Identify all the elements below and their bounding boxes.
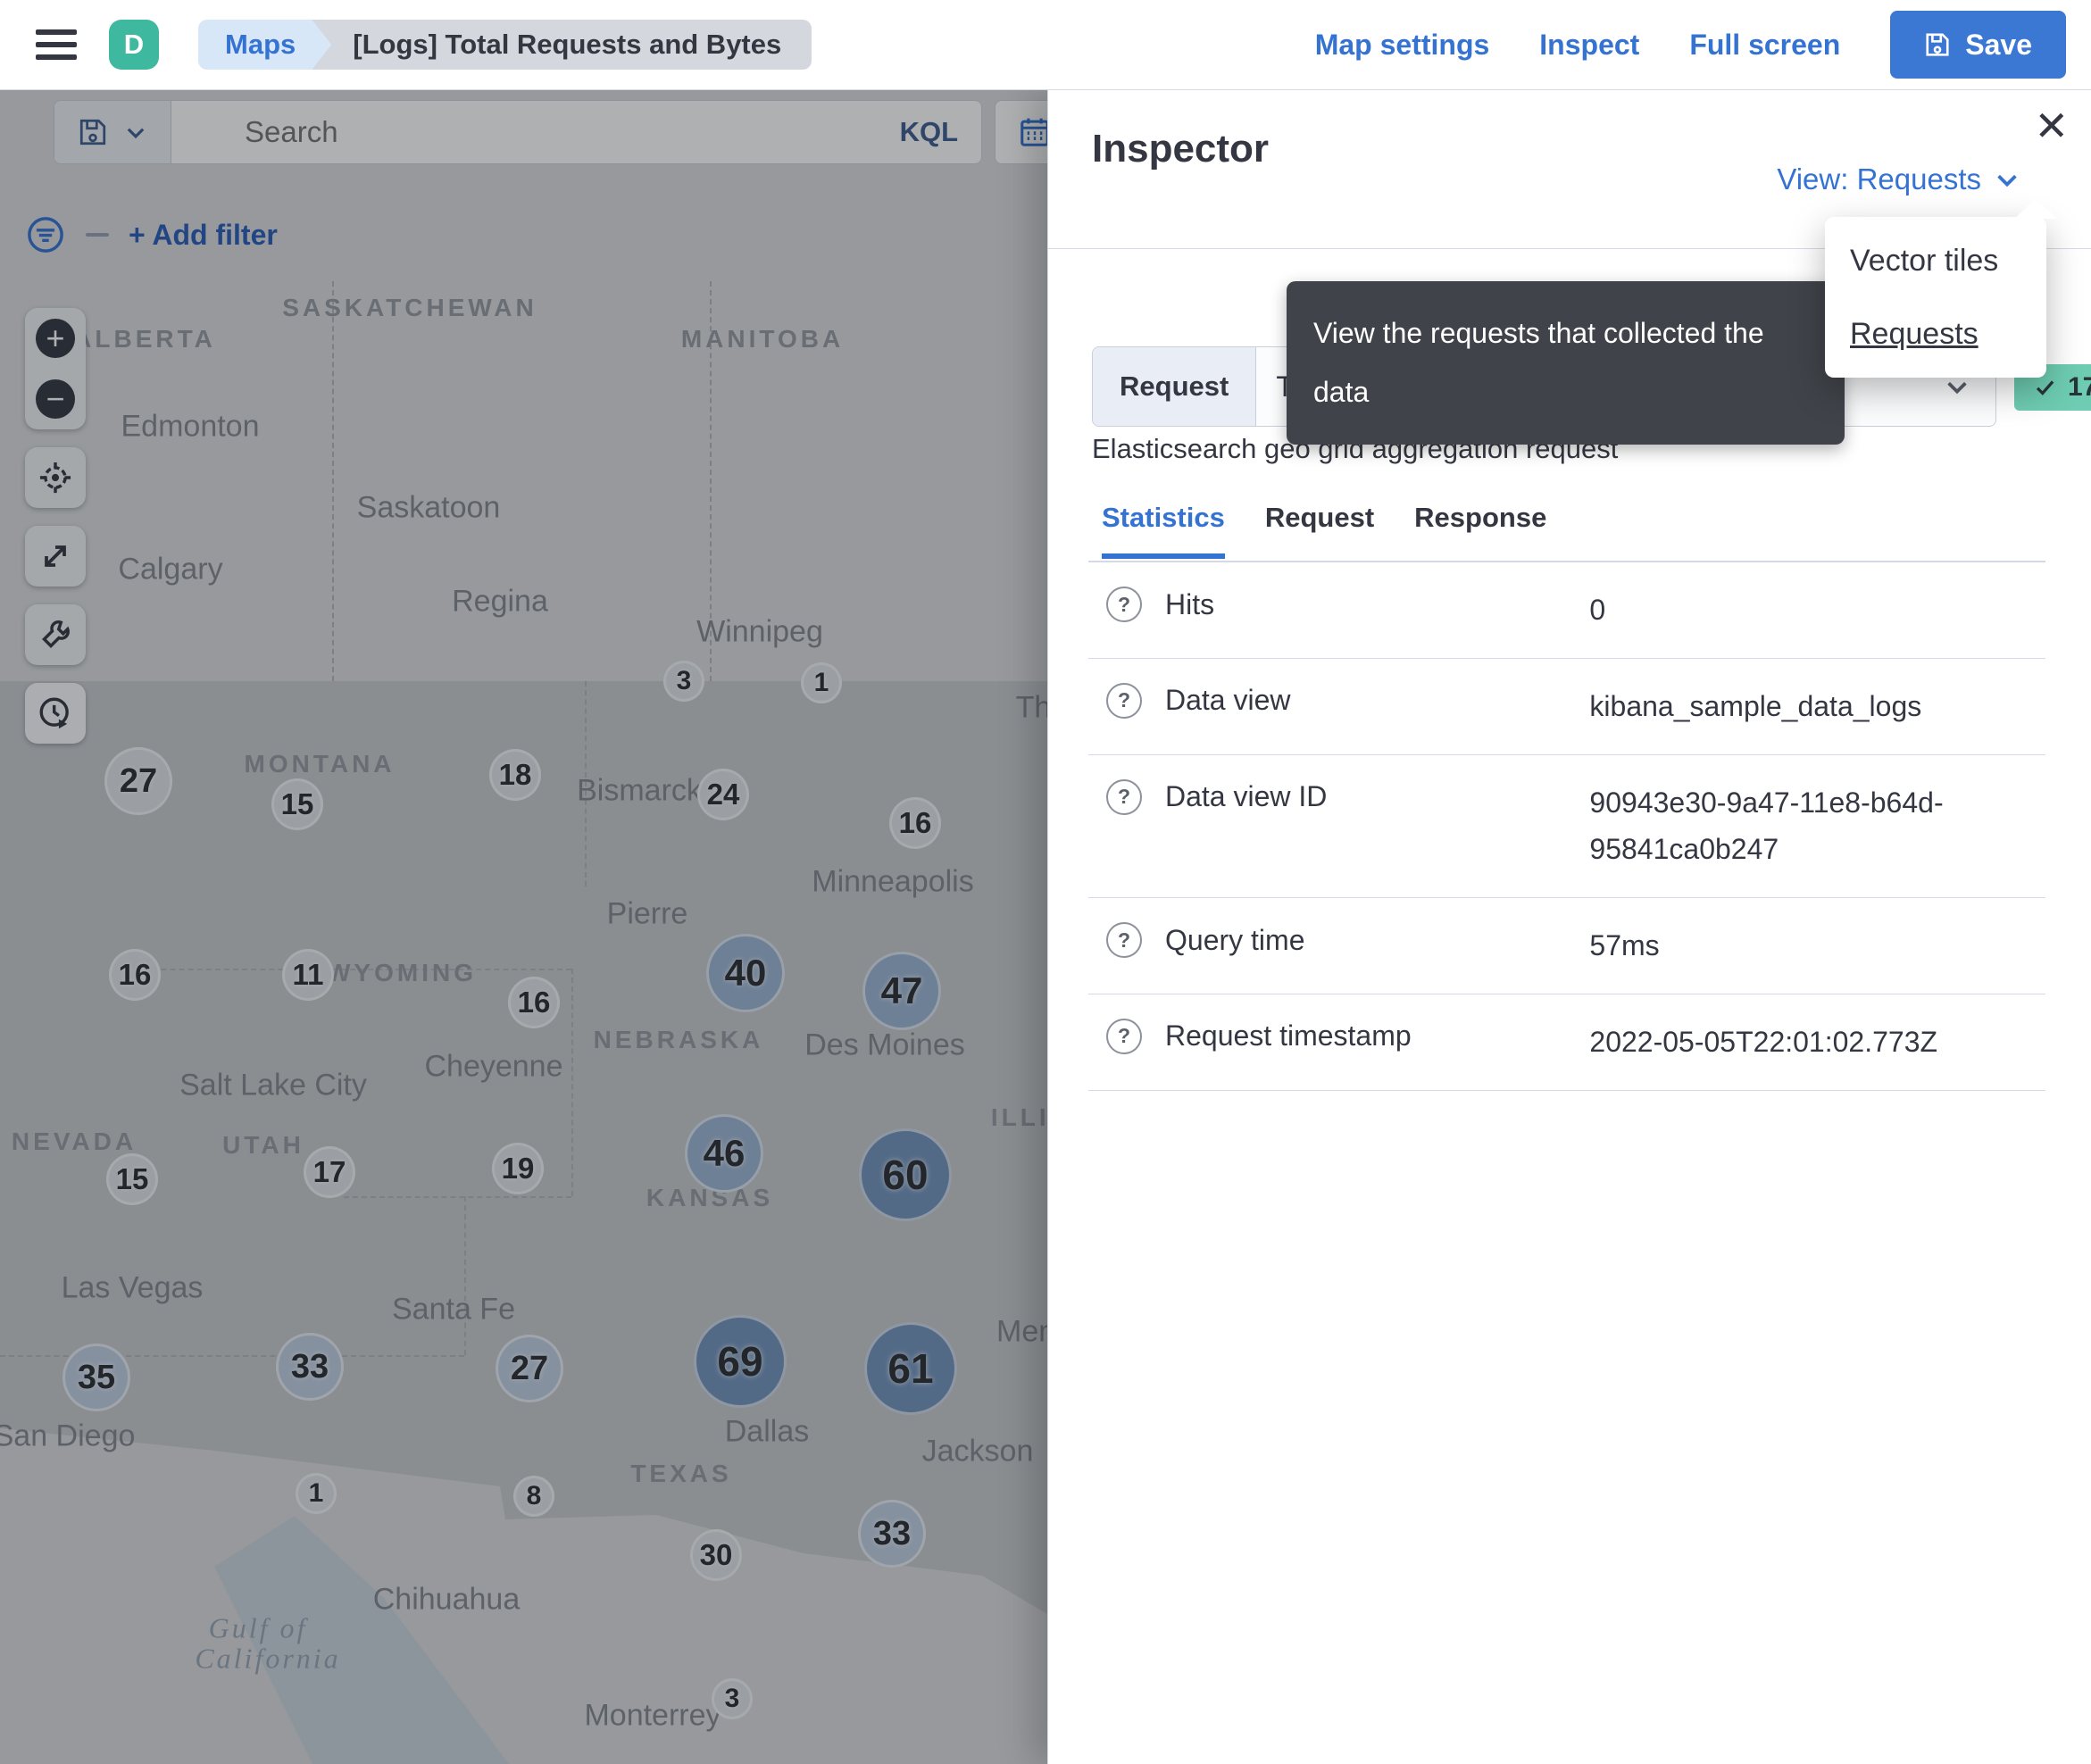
check-icon [2034,376,2057,399]
menu-hamburger-icon[interactable] [36,29,77,60]
stat-label: Data view ID [1165,780,1328,813]
inspector-tabs: Statistics Request Response [1102,502,1546,559]
view-selector[interactable]: View: Requests [1777,162,2020,196]
request-selector-prepend: Request [1093,347,1257,426]
stat-value: 57ms [1589,929,1660,962]
menu-item-requests[interactable]: Requests [1850,317,1979,352]
popover-arrow [2014,199,2057,219]
close-icon[interactable]: ✕ [2034,105,2069,146]
save-button[interactable]: Save [1890,11,2066,79]
help-icon[interactable]: ? [1106,922,1142,959]
tooltip-text: View the requests that collected the dat… [1313,317,1764,408]
breadcrumb: Maps [Logs] Total Requests and Bytes [198,20,812,70]
view-selector-popover: Vector tiles Requests [1825,199,2057,378]
tab-response[interactable]: Response [1414,502,1546,559]
tab-request[interactable]: Request [1265,502,1374,559]
table-row-request-timestamp: ? Request timestamp 2022-05-05T22:01:02.7… [1088,994,2045,1091]
stat-label: Request timestamp [1165,1019,1412,1053]
flyout-title: Inspector [1092,127,1270,171]
content-area: ALBERTA SASKATCHEWAN MANITOBA MONTANA WYOMIN… [0,89,2091,1764]
table-row-hits: ? Hits 0 [1088,562,2045,659]
stat-value: 0 [1589,594,1606,626]
avatar[interactable]: D [109,20,159,70]
top-header: D Maps [Logs] Total Requests and Bytes M… [0,0,2091,90]
save-disk-icon [1924,31,1951,58]
help-icon[interactable]: ? [1106,778,1142,815]
inspector-flyout: ✕ Inspector View: Requests 2 requests we… [1047,89,2091,1764]
chevron-down-icon [1994,166,2020,193]
map-settings-link[interactable]: Map settings [1315,29,1490,62]
stat-label: Data view [1165,684,1291,717]
inspect-link[interactable]: Inspect [1539,29,1639,62]
breadcrumb-maps[interactable]: Maps [198,20,331,70]
stat-value: 2022-05-05T22:01:02.773Z [1589,1025,1938,1058]
header-nav: Map settings Inspect Full screen Save [1315,11,2091,79]
full-screen-link[interactable]: Full screen [1689,29,1840,62]
help-icon[interactable]: ? [1106,682,1142,719]
kibana-maps-screen: D Maps [Logs] Total Requests and Bytes M… [0,0,2091,1764]
breadcrumb-current-page: [Logs] Total Requests and Bytes [310,20,812,70]
statistics-table: ? Hits 0 ? Data view kibana_sample_data_lo… [1088,562,2045,1091]
tab-statistics[interactable]: Statistics [1102,502,1225,559]
stat-label: Hits [1165,587,1215,620]
table-row-data-view-id: ? Data view ID 90943e30-9a47-11e8-b64d-95… [1088,755,2045,899]
table-row-query-time: ? Query time 57ms [1088,898,2045,994]
stat-value: 90943e30-9a47-11e8-b64d-95841ca0b247 [1589,786,1944,866]
stat-value: kibana_sample_data_logs [1589,689,1922,722]
request-time-value: 1745ms [2068,372,2091,402]
help-icon[interactable]: ? [1106,587,1142,622]
view-selector-tooltip: View the requests that collected the dat… [1287,281,1864,445]
menu-item-vector-tiles[interactable]: Vector tiles [1850,244,1998,279]
save-button-label: Save [1965,28,2032,61]
help-icon[interactable]: ? [1106,1018,1142,1054]
view-selector-label: View: Requests [1777,162,1981,196]
table-row-data-view: ? Data view kibana_sample_data_logs [1088,659,2045,755]
stat-label: Query time [1165,923,1305,956]
